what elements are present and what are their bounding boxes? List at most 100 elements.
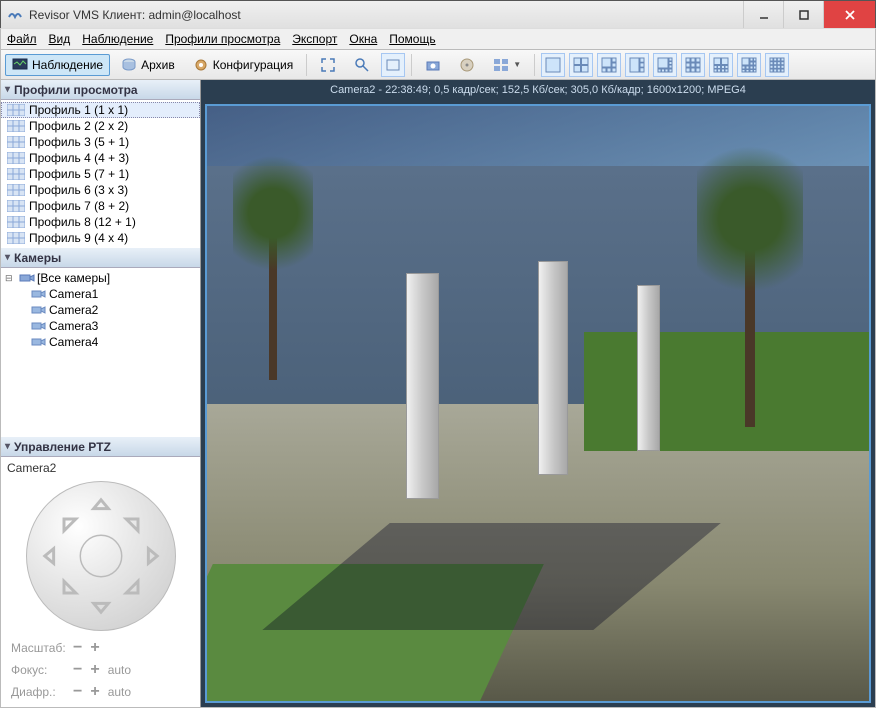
mode-config-button[interactable]: Конфигурация — [186, 54, 301, 76]
ptz-camera-label: Camera2 — [7, 461, 194, 475]
camera-item[interactable]: Camera2 — [5, 302, 196, 318]
grid-8p2-button[interactable] — [709, 53, 733, 77]
menu-export[interactable]: Экспорт — [292, 32, 337, 46]
zoom-button[interactable] — [347, 54, 377, 76]
separator — [534, 54, 535, 76]
separator — [306, 54, 307, 76]
profile-item[interactable]: Профиль 5 (7 + 1) — [1, 166, 200, 182]
chevron-down-icon: ▾ — [5, 84, 10, 95]
chevron-down-icon: ▾ — [5, 441, 10, 452]
ptz-panel-header[interactable]: ▾ Управление PTZ — [1, 437, 200, 457]
profile-item[interactable]: Профиль 6 (3 x 3) — [1, 182, 200, 198]
layout-icon — [493, 57, 509, 73]
gear-icon — [193, 57, 209, 73]
cameras-root[interactable]: ⊟ [Все камеры] — [5, 270, 196, 286]
camera-item[interactable]: Camera3 — [5, 318, 196, 334]
chevron-down-icon: ▾ — [5, 252, 10, 263]
profile-label: Профиль 9 (4 x 4) — [29, 231, 128, 245]
disc-icon — [459, 57, 475, 73]
menu-surveillance[interactable]: Наблюдение — [82, 32, 153, 46]
minimize-button[interactable] — [743, 1, 783, 28]
ptz-focus-near-button[interactable]: − — [73, 661, 82, 679]
menu-view[interactable]: Вид — [49, 32, 71, 46]
layout-dropdown[interactable]: ▼ — [486, 54, 528, 76]
profile-item[interactable]: Профиль 1 (1 x 1) — [1, 102, 200, 118]
profile-item[interactable]: Профиль 8 (12 + 1) — [1, 214, 200, 230]
menu-profiles[interactable]: Профили просмотра — [165, 32, 280, 46]
ptz-iris-auto-button[interactable]: auto — [108, 685, 131, 699]
video-feed[interactable] — [205, 104, 871, 703]
close-button[interactable] — [823, 1, 875, 28]
grid-7p1-button[interactable] — [653, 53, 677, 77]
camera-group-icon — [19, 272, 35, 284]
profile-label: Профиль 7 (8 + 2) — [29, 199, 129, 213]
grid-4p3-button[interactable] — [625, 53, 649, 77]
profile-item[interactable]: Профиль 3 (5 + 1) — [1, 134, 200, 150]
profile-item[interactable]: Профиль 2 (2 x 2) — [1, 118, 200, 134]
ptz-focus-row: Фокус: − + auto — [7, 659, 194, 681]
grid-icon — [7, 232, 25, 244]
profile-label: Профиль 2 (2 x 2) — [29, 119, 128, 133]
grid-5p1-button[interactable] — [597, 53, 621, 77]
grid-2x2-button[interactable] — [569, 53, 593, 77]
camera-item[interactable]: Camera4 — [5, 334, 196, 350]
profiles-panel-title: Профили просмотра — [14, 83, 138, 97]
window-titlebar: Revisor VMS Клиент: admin@localhost — [0, 0, 876, 28]
grid-12p1-button[interactable] — [737, 53, 761, 77]
tree-expander-icon[interactable]: ⊟ — [5, 273, 17, 284]
snapshot-button[interactable] — [418, 54, 448, 76]
grid-3x3-button[interactable] — [681, 53, 705, 77]
app-icon — [7, 7, 23, 23]
cameras-root-label: [Все камеры] — [37, 271, 110, 285]
camera-icon — [425, 57, 441, 73]
profile-item[interactable]: Профиль 9 (4 x 4) — [1, 230, 200, 246]
sidebar: ▾ Профили просмотра Профиль 1 (1 x 1) Про… — [1, 80, 201, 707]
ptz-focus-far-button[interactable]: + — [90, 661, 99, 679]
ptz-zoom-label: Масштаб: — [11, 641, 65, 655]
camera-label: Camera4 — [49, 335, 98, 349]
camera-label: Camera3 — [49, 319, 98, 333]
camera-label: Camera2 — [49, 303, 98, 317]
profiles-list: Профиль 1 (1 x 1)Профиль 2 (2 x 2)Профил… — [1, 100, 200, 248]
record-button[interactable] — [452, 54, 482, 76]
ptz-focus-label: Фокус: — [11, 663, 65, 677]
grid-icon — [7, 136, 25, 148]
profiles-panel-header[interactable]: ▾ Профили просмотра — [1, 80, 200, 100]
menu-help[interactable]: Помощь — [389, 32, 435, 46]
grid-icon — [7, 216, 25, 228]
profile-item[interactable]: Профиль 4 (4 + 3) — [1, 150, 200, 166]
ptz-panel-title: Управление PTZ — [14, 440, 111, 454]
maximize-button[interactable] — [783, 1, 823, 28]
aspect-button[interactable] — [381, 53, 405, 77]
profile-label: Профиль 1 (1 x 1) — [29, 103, 128, 117]
profile-item[interactable]: Профиль 7 (8 + 2) — [1, 198, 200, 214]
grid-1x1-button[interactable] — [541, 53, 565, 77]
ptz-iris-row: Диафр.: − + auto — [7, 681, 194, 703]
monitor-icon — [12, 57, 28, 73]
ptz-iris-close-button[interactable]: − — [73, 683, 82, 701]
ptz-zoom-out-button[interactable]: − — [73, 639, 82, 657]
fullscreen-icon — [320, 57, 336, 73]
cameras-panel-header[interactable]: ▾ Камеры — [1, 248, 200, 268]
ptz-focus-auto-button[interactable]: auto — [108, 663, 131, 677]
profile-label: Профиль 4 (4 + 3) — [29, 151, 129, 165]
grid-icon — [7, 184, 25, 196]
menu-file[interactable]: Файл — [7, 32, 37, 46]
toolbar: Наблюдение Архив Конфигурация ▼ — [0, 50, 876, 80]
ptz-zoom-in-button[interactable]: + — [90, 639, 99, 657]
ptz-wheel[interactable] — [26, 481, 176, 631]
grid-4x4-button[interactable] — [765, 53, 789, 77]
grid-icon — [7, 104, 25, 116]
grid-icon — [7, 120, 25, 132]
mode-config-label: Конфигурация — [213, 58, 294, 72]
camera-item[interactable]: Camera1 — [5, 286, 196, 302]
mode-archive-button[interactable]: Архив — [114, 54, 182, 76]
camera-icon — [31, 336, 47, 348]
window-title: Revisor VMS Клиент: admin@localhost — [29, 8, 743, 22]
ptz-iris-open-button[interactable]: + — [90, 683, 99, 701]
grid-icon — [7, 152, 25, 164]
fullscreen-button[interactable] — [313, 54, 343, 76]
mode-surveillance-button[interactable]: Наблюдение — [5, 54, 110, 76]
menu-windows[interactable]: Окна — [349, 32, 377, 46]
profile-label: Профиль 8 (12 + 1) — [29, 215, 136, 229]
